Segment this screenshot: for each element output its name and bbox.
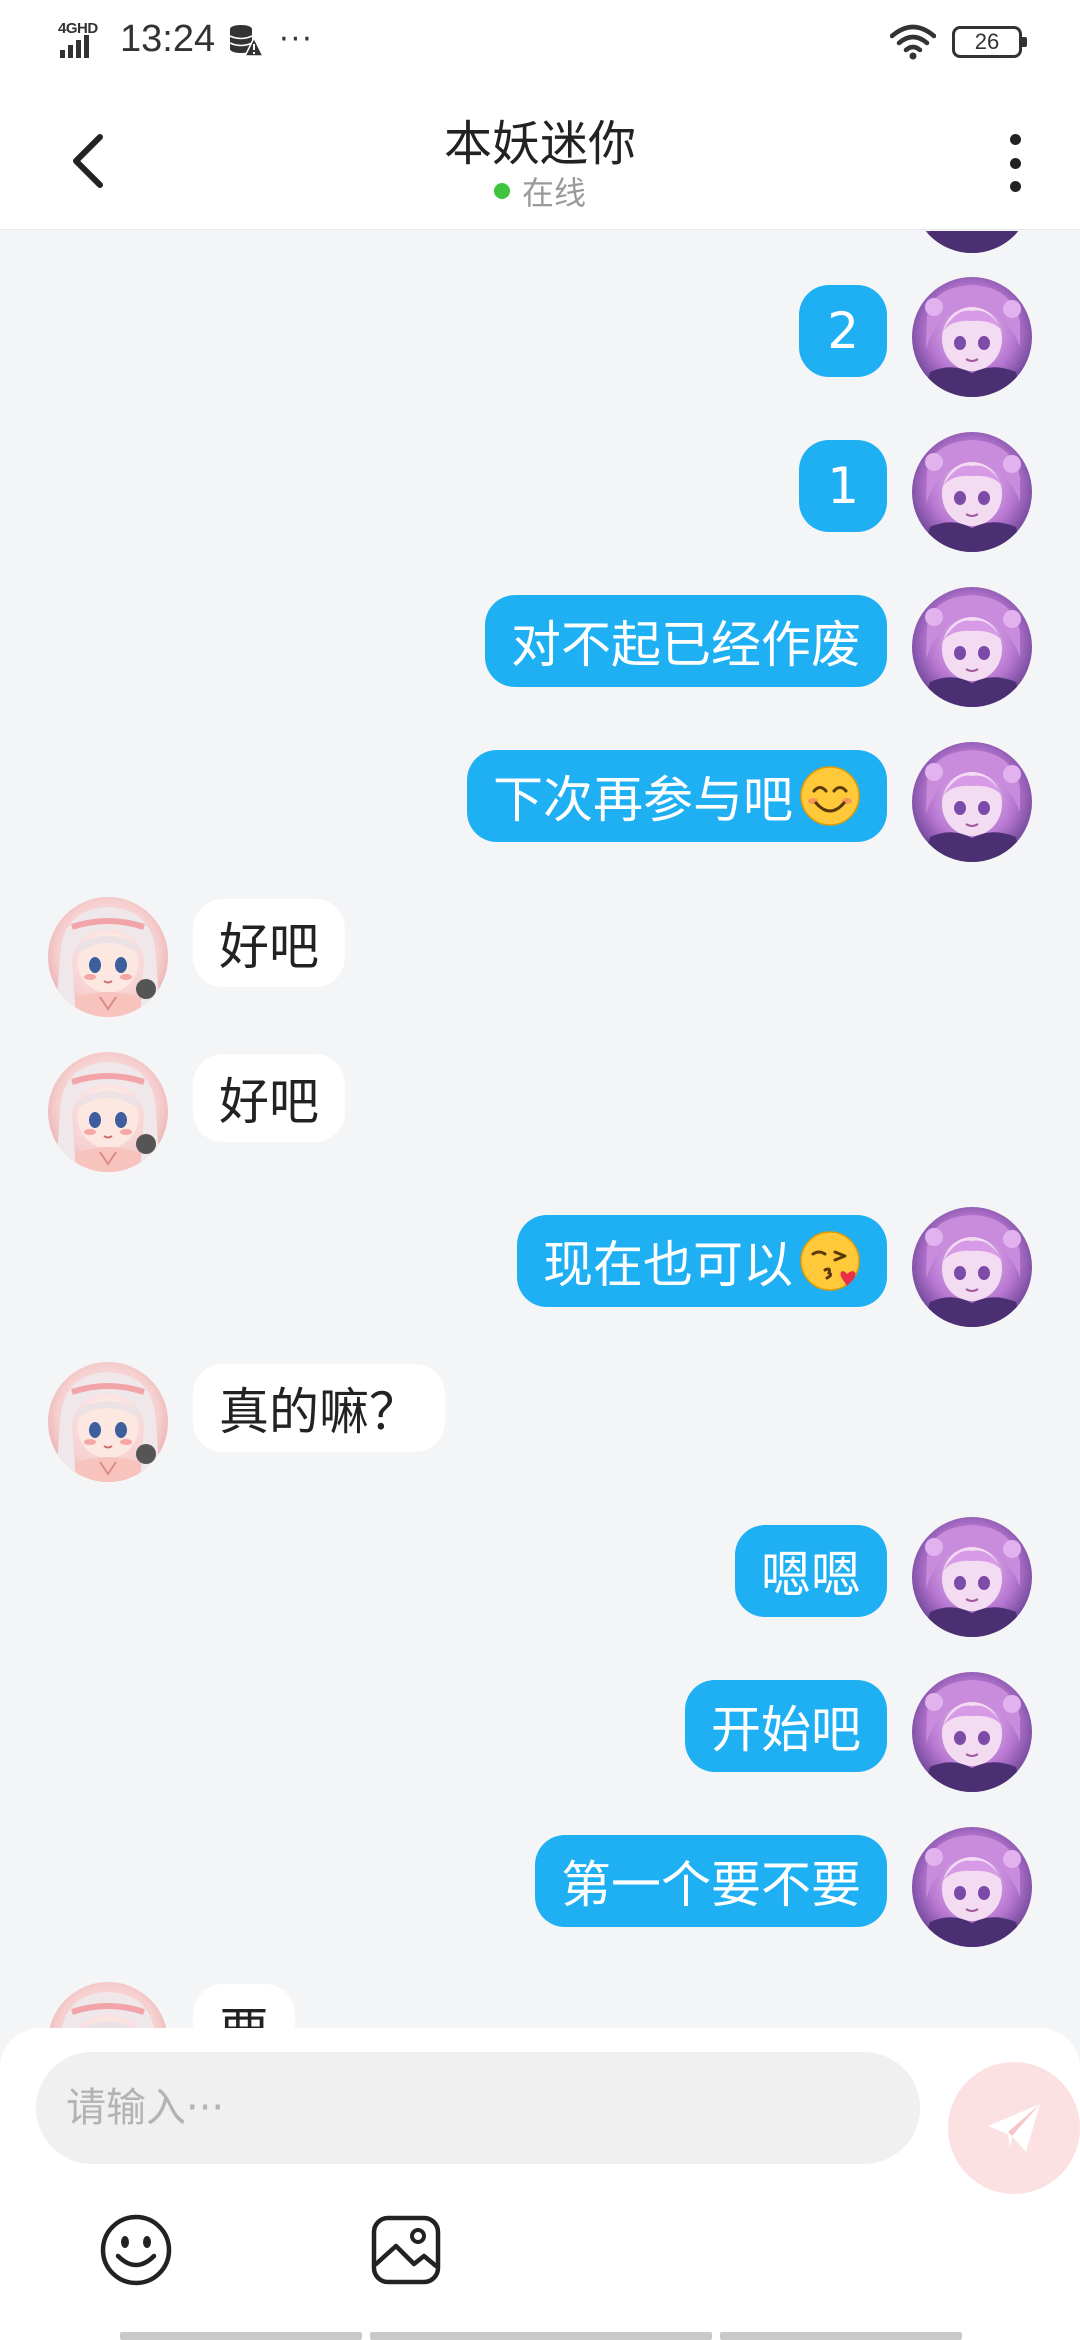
- more-dots-icon: ···: [279, 21, 314, 57]
- more-options-button[interactable]: [1000, 128, 1030, 198]
- contact-avatar[interactable]: [48, 1362, 168, 1482]
- message-input[interactable]: [36, 2052, 920, 2164]
- message-text: 好吧: [219, 1073, 319, 1131]
- message-bubble[interactable]: 第一个要不要: [535, 1835, 887, 1927]
- sender-avatar[interactable]: [912, 432, 1032, 552]
- online-status-text: 在线: [521, 174, 586, 212]
- database-warning-icon: [229, 24, 264, 57]
- chat-header: 本妖迷你 在线: [0, 84, 1080, 230]
- online-status: 在线: [0, 168, 1080, 214]
- emoji-icon: [100, 2214, 172, 2286]
- image-button[interactable]: [368, 2212, 444, 2288]
- message-bubble[interactable]: 下次再参与吧: [467, 750, 887, 842]
- image-icon: [371, 2215, 441, 2285]
- message-bubble[interactable]: 嗯嗯: [735, 1525, 887, 1617]
- message-text: 1: [827, 457, 859, 515]
- sender-avatar[interactable]: [912, 231, 1032, 253]
- vertical-dots-icon: [1009, 134, 1021, 145]
- face-blowing-kiss-emoji: [800, 1231, 860, 1291]
- message-text: 真的嘛？: [219, 1383, 419, 1441]
- message-bubble[interactable]: 对不起已经作废: [485, 595, 887, 687]
- message-text: 现在也可以: [543, 1236, 793, 1294]
- message-text: 要: [219, 1992, 269, 2031]
- status-time: 13:24: [120, 18, 216, 60]
- battery-icon: 26: [952, 26, 1027, 58]
- status-left: 4GHD 13:24 ···: [58, 18, 314, 61]
- sender-avatar[interactable]: [912, 277, 1032, 397]
- battery-level: 26: [974, 29, 1000, 54]
- message-bubble[interactable]: 真的嘛？: [193, 1364, 445, 1452]
- status-bar: 4GHD 13:24 ··· 26: [0, 0, 1080, 84]
- sender-avatar[interactable]: [912, 742, 1032, 862]
- sender-avatar[interactable]: [912, 1672, 1032, 1792]
- message-bubble[interactable]: 现在也可以: [517, 1215, 887, 1307]
- contact-avatar[interactable]: [48, 1052, 168, 1172]
- emoji-button[interactable]: [98, 2212, 174, 2288]
- message-bubble[interactable]: 好吧: [193, 899, 345, 987]
- send-button[interactable]: [948, 2062, 1080, 2194]
- chat-message-list[interactable]: 2 1 对不起已经作废 下次再参与吧 好吧 好吧 现在也可以 真的嘛？ 嗯嗯 开…: [0, 231, 1080, 2031]
- message-text: 开始吧: [711, 1701, 861, 1759]
- message-text: 嗯嗯: [761, 1546, 861, 1604]
- signal-icon: 4GHD: [58, 20, 106, 60]
- composer-panel: [0, 2028, 1080, 2340]
- message-bubble[interactable]: 开始吧: [685, 1680, 887, 1772]
- wifi-icon: [890, 24, 936, 60]
- sender-avatar[interactable]: [912, 1827, 1032, 1947]
- status-right: 26: [890, 24, 1027, 60]
- contact-avatar[interactable]: [48, 1982, 168, 2031]
- sender-avatar[interactable]: [912, 1207, 1032, 1327]
- online-dot-icon: [493, 183, 510, 199]
- contact-name: 本妖迷你: [443, 116, 636, 172]
- message-text: 好吧: [219, 918, 319, 976]
- sender-avatar[interactable]: [912, 587, 1032, 707]
- paper-plane-icon: [988, 2104, 1040, 2152]
- navigation-bar: [120, 2332, 962, 2340]
- message-text: 第一个要不要: [561, 1856, 861, 1914]
- message-text: 2: [827, 302, 859, 360]
- contact-avatar[interactable]: [48, 897, 168, 1017]
- message-text: 下次再参与吧: [493, 771, 793, 829]
- smiling-face-emoji: [800, 766, 860, 826]
- sender-avatar[interactable]: [912, 1517, 1032, 1637]
- message-bubble[interactable]: 2: [799, 285, 887, 377]
- message-text: 对不起已经作废: [511, 616, 861, 674]
- message-bubble[interactable]: 1: [799, 440, 887, 532]
- message-bubble[interactable]: 好吧: [193, 1054, 345, 1142]
- message-bubble[interactable]: 要: [193, 1984, 295, 2031]
